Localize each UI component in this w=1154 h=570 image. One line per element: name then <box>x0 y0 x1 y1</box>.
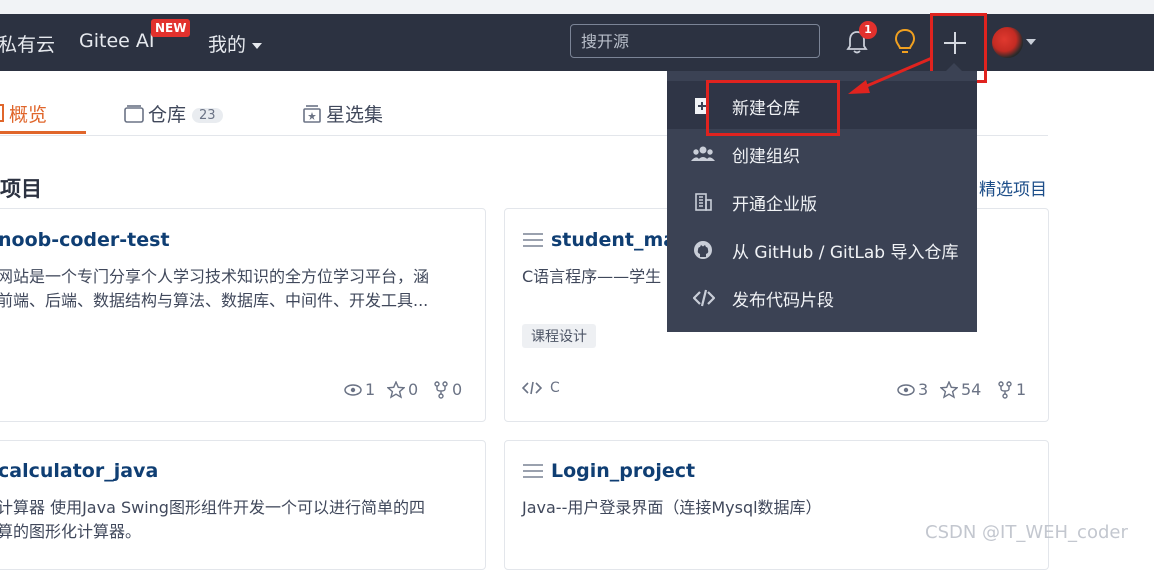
project-title[interactable]: Login_project <box>551 460 695 482</box>
menu-item-import-repo[interactable]: 从 GitHub / GitLab 导入仓库 <box>667 225 977 273</box>
avatar[interactable] <box>992 27 1023 58</box>
repo-icon <box>124 105 144 123</box>
eye-icon <box>344 383 362 396</box>
project-description: Java--用户登录界面（连接Mysql数据库） <box>522 498 822 517</box>
chevron-down-icon <box>252 42 263 49</box>
building-icon <box>695 193 712 211</box>
collection-icon <box>303 105 321 123</box>
repo-count-badge: 23 <box>192 108 223 123</box>
menu-item-create-org[interactable]: 创建组织 <box>667 129 977 177</box>
tab-collections-label: 星选集 <box>326 104 384 126</box>
project-title[interactable]: student_mar <box>551 229 686 251</box>
new-badge: NEW <box>151 19 191 37</box>
star-icon <box>940 380 958 399</box>
github-icon <box>694 241 712 259</box>
list-icon <box>523 233 543 247</box>
tab-active-underline <box>0 131 86 134</box>
project-description: 算的图形化计算器。 <box>0 522 142 541</box>
watch-stat[interactable]: 3 <box>897 380 928 399</box>
fork-icon <box>998 380 1012 399</box>
project-tag[interactable]: 课程设计 <box>522 324 596 348</box>
project-description: 前端、后端、数据结构与算法、数据库、中间件、开发工具... <box>0 291 429 310</box>
tab-repos-label: 仓库 <box>148 104 187 126</box>
menu-item-label: 创建组织 <box>732 147 800 167</box>
tab-overview[interactable]: 概览 <box>0 100 47 127</box>
nav-mine-menu[interactable]: 我的 <box>208 30 263 57</box>
notification-badge: 1 <box>859 21 877 39</box>
nav-private-cloud[interactable]: 私有云 <box>0 30 55 57</box>
overview-icon <box>0 104 4 122</box>
list-icon <box>523 464 543 478</box>
language-label: C <box>522 380 560 396</box>
star-icon <box>387 380 405 399</box>
browser-top-strip <box>0 0 1154 14</box>
code-icon <box>522 381 542 395</box>
watch-count: 1 <box>365 380 376 399</box>
watermark: CSDN @IT_WEH_coder <box>925 522 1128 543</box>
star-stat[interactable]: 0 <box>387 380 418 399</box>
group-icon <box>691 146 715 161</box>
project-description: 网站是一个专门分享个人学习技术知识的全方位学习平台，涵 <box>0 267 430 286</box>
avatar-chevron-down-icon[interactable] <box>1026 39 1036 45</box>
fork-count: 1 <box>1016 380 1027 399</box>
lightbulb-icon[interactable] <box>893 28 917 56</box>
star-count: 0 <box>408 380 419 399</box>
menu-item-label: 发布代码片段 <box>732 291 834 311</box>
language-name: C <box>550 380 560 396</box>
nav-gitee-ai[interactable]: Gitee AI <box>79 30 154 52</box>
tab-repos[interactable]: 仓库 23 <box>124 100 223 127</box>
watch-count: 3 <box>918 380 929 399</box>
fork-stat[interactable]: 1 <box>997 380 1026 399</box>
featured-projects-link[interactable]: 精选项目 <box>979 175 1047 200</box>
project-title[interactable]: calculator_java <box>0 460 158 482</box>
star-stat[interactable]: 54 <box>940 380 981 399</box>
search-input[interactable] <box>570 24 820 58</box>
nav-mine-label: 我的 <box>208 34 247 56</box>
fork-icon <box>434 380 448 399</box>
code-icon <box>693 289 715 307</box>
menu-item-label: 从 GitHub / GitLab 导入仓库 <box>732 243 959 263</box>
tab-overview-label: 概览 <box>9 104 48 126</box>
project-description: C语言程序——学生 <box>522 267 662 286</box>
highlight-box-new-repo <box>706 80 840 136</box>
project-title[interactable]: noob-coder-test <box>0 229 170 251</box>
menu-item-enterprise[interactable]: 开通企业版 <box>667 177 977 225</box>
eye-icon <box>897 383 915 396</box>
fork-count: 0 <box>452 380 463 399</box>
section-title: 项目 <box>0 177 42 201</box>
watch-stat[interactable]: 1 <box>344 380 375 399</box>
star-count: 54 <box>961 380 982 399</box>
project-description: 计算器 使用Java Swing图形组件开发一个可以进行简单的四 <box>0 498 425 517</box>
menu-item-publish-snippet[interactable]: 发布代码片段 <box>667 273 977 321</box>
tab-collections[interactable]: 星选集 <box>302 100 383 127</box>
menu-item-label: 开通企业版 <box>732 195 817 215</box>
fork-stat[interactable]: 0 <box>433 380 462 399</box>
